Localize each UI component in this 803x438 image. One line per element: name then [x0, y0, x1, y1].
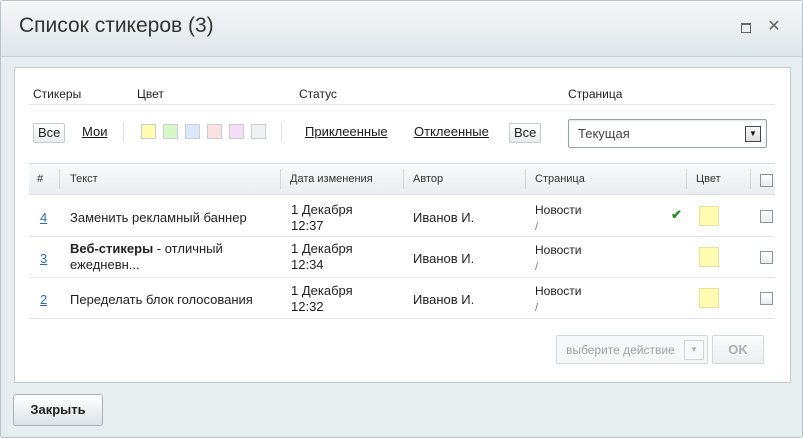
- table-row: 3 Веб-стикеры - отличный ежедневн... 1 Д…: [29, 237, 775, 278]
- row-date-day: 1 Декабря: [291, 202, 353, 217]
- row-color-swatch: [699, 247, 719, 267]
- row-checkbox[interactable]: [760, 210, 773, 223]
- filter-divider: [29, 104, 775, 105]
- filter-label-page: Страница: [568, 87, 623, 101]
- close-icon[interactable]: ✕: [765, 18, 783, 36]
- filter-label-status: Статус: [299, 87, 337, 101]
- status-detached-link[interactable]: Отклеенные: [414, 124, 489, 139]
- row-page: Новости /: [535, 202, 581, 235]
- select-all-checkbox[interactable]: [760, 174, 773, 187]
- stickers-dialog: Список стикеров (3) ✕ Стикеры Цвет Стату…: [0, 0, 803, 438]
- row-text: Переделать блок голосования: [70, 292, 275, 307]
- row-text: Заменить рекламный баннер: [70, 210, 275, 225]
- page-select[interactable]: Текущая ▼: [568, 119, 767, 148]
- filter-label-stickers: Стикеры: [33, 87, 82, 101]
- row-page-name: Новости: [535, 284, 582, 298]
- row-color-swatch: [699, 288, 719, 308]
- row-date-time: 12:32: [291, 299, 324, 314]
- color-swatch-pink[interactable]: [229, 124, 244, 139]
- header-separator: [525, 169, 526, 189]
- dialog-titlebar[interactable]: Список стикеров (3) ✕: [1, 1, 802, 57]
- ok-button[interactable]: OK: [712, 335, 764, 364]
- header-separator: [59, 169, 60, 189]
- color-swatch-blue[interactable]: [185, 124, 200, 139]
- header-separator: [280, 169, 281, 189]
- row-page: Новости /: [535, 242, 581, 275]
- row-date: 1 Декабря 12:32: [291, 283, 353, 315]
- filter-separator: [281, 122, 282, 142]
- row-text-body: Заменить рекламный баннер: [70, 210, 247, 225]
- filter-label-color: Цвет: [137, 87, 164, 101]
- row-author: Иванов И.: [413, 251, 475, 266]
- row-date: 1 Декабря 12:37: [291, 202, 353, 234]
- header-page[interactable]: Страница: [535, 173, 585, 185]
- maximize-icon[interactable]: [737, 18, 755, 36]
- table-row: 4 Заменить рекламный баннер 1 Декабря 12:…: [29, 196, 775, 237]
- dialog-content: Стикеры Цвет Статус Страница Все Мои При…: [14, 67, 791, 383]
- row-page-path: /: [535, 261, 539, 273]
- row-number-link[interactable]: 4: [40, 210, 47, 225]
- row-date-time: 12:37: [291, 218, 324, 233]
- dialog-title: Список стикеров (3): [19, 14, 214, 37]
- header-color: Цвет: [696, 173, 721, 185]
- attached-check-icon: ✔: [671, 207, 682, 222]
- header-text[interactable]: Текст: [70, 173, 98, 185]
- row-number-link[interactable]: 3: [40, 251, 47, 266]
- status-all-button[interactable]: Все: [509, 123, 542, 143]
- header-separator: [750, 169, 751, 189]
- close-button[interactable]: Закрыть: [13, 394, 103, 426]
- status-attached-link[interactable]: Приклеенные: [305, 124, 388, 139]
- row-page-path: /: [535, 302, 539, 314]
- header-separator: [403, 169, 404, 189]
- color-swatch-gray[interactable]: [251, 124, 266, 139]
- dropdown-arrow-icon[interactable]: ▼: [745, 126, 761, 142]
- table-header: # Текст Дата изменения Автор Страница Цв…: [29, 163, 775, 195]
- row-date-day: 1 Декабря: [291, 283, 353, 298]
- action-select[interactable]: выберите действие ▼: [556, 335, 708, 364]
- header-num: #: [37, 173, 44, 185]
- row-author: Иванов И.: [413, 210, 475, 225]
- row-text-bold: Веб-стикеры: [70, 241, 154, 256]
- page-select-value: Текущая: [578, 126, 630, 141]
- row-author: Иванов И.: [413, 292, 475, 307]
- stickers-mine-link[interactable]: Мои: [82, 124, 107, 139]
- row-text-body: Переделать блок голосования: [70, 292, 253, 307]
- header-separator: [686, 169, 687, 189]
- dropdown-arrow-icon[interactable]: ▼: [684, 340, 704, 360]
- row-date: 1 Декабря 12:34: [291, 241, 353, 273]
- header-date[interactable]: Дата изменения: [290, 173, 373, 185]
- row-page-name: Новости: [535, 243, 582, 257]
- action-select-placeholder: выберите действие: [566, 343, 675, 357]
- stickers-all-button[interactable]: Все: [33, 123, 66, 143]
- row-checkbox[interactable]: [760, 251, 773, 264]
- header-author[interactable]: Автор: [413, 173, 443, 185]
- row-text: Веб-стикеры - отличный ежедневн...: [70, 241, 275, 273]
- row-number-link[interactable]: 2: [40, 292, 47, 307]
- color-swatch-green[interactable]: [163, 124, 178, 139]
- row-checkbox[interactable]: [760, 292, 773, 305]
- row-date-time: 12:34: [291, 257, 324, 272]
- table-row: 2 Переделать блок голосования 1 Декабря 1…: [29, 278, 775, 319]
- row-page: Новости /: [535, 283, 581, 316]
- row-page-name: Новости: [535, 203, 582, 217]
- color-swatch-red[interactable]: [207, 124, 222, 139]
- row-color-swatch: [699, 206, 719, 226]
- filter-separator: [123, 122, 124, 142]
- color-swatch-yellow[interactable]: [141, 124, 156, 139]
- row-page-path: /: [535, 221, 539, 233]
- row-date-day: 1 Декабря: [291, 241, 353, 256]
